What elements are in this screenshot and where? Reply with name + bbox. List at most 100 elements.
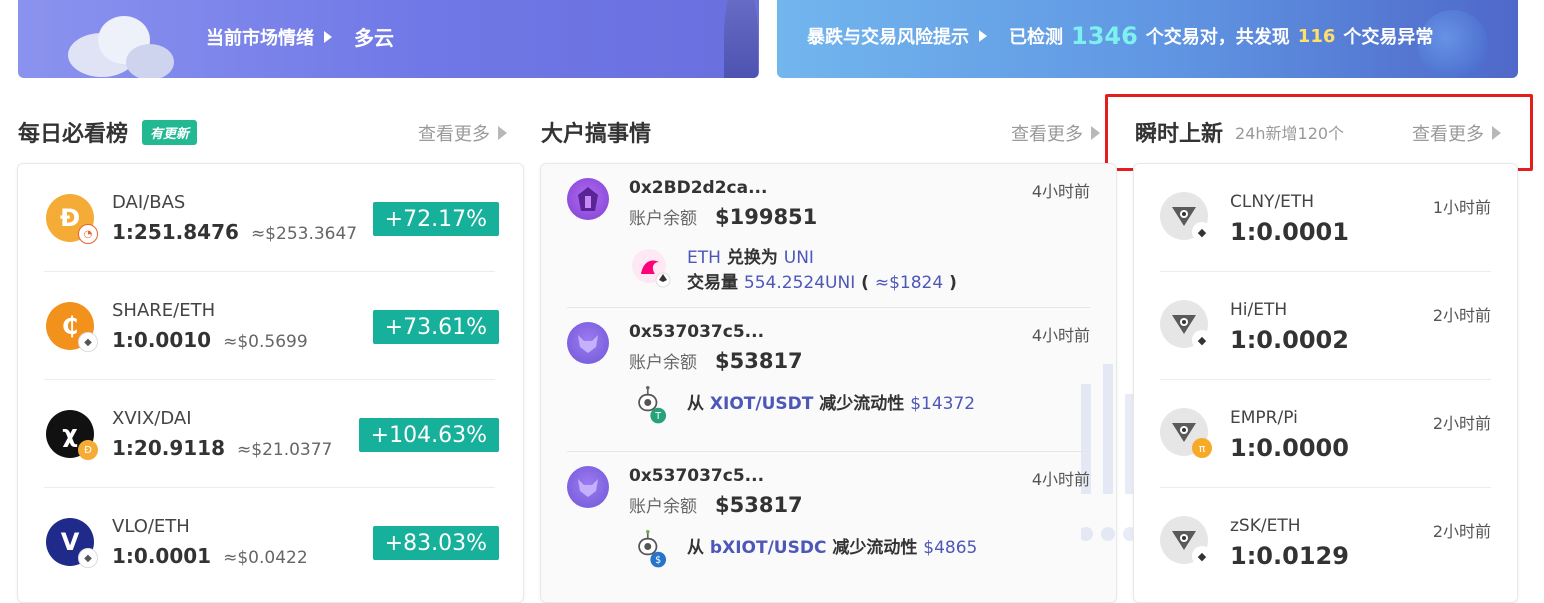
change-badge: +104.63% bbox=[358, 418, 499, 452]
sentiment-value: 多云 bbox=[354, 26, 394, 50]
pair-name: Hi/ETH bbox=[1230, 300, 1288, 320]
new-listing-item[interactable]: π EMPR/Pi 1:0.0000 2小时前 bbox=[1134, 380, 1517, 488]
pair-name: XVIX/DAI bbox=[112, 408, 192, 429]
daily-list-item[interactable]: Đ ◔ DAI/BAS 1:251.8476 ≈$253.3647 +72.17% bbox=[18, 164, 523, 272]
eth-mini-icon: ◆ bbox=[1192, 330, 1212, 350]
pool-pair[interactable]: bXIOT/USDC bbox=[710, 538, 827, 558]
decorative-tower bbox=[724, 0, 758, 78]
pair-name: CLNY/ETH bbox=[1230, 192, 1315, 212]
to-token[interactable]: UNI bbox=[784, 248, 814, 268]
wallet-address[interactable]: 0x2BD2d2ca... bbox=[629, 178, 767, 198]
pair-name: DAI/BAS bbox=[112, 192, 186, 213]
svg-text:T: T bbox=[654, 411, 661, 422]
wallet-address[interactable]: 0x537037c5... bbox=[629, 322, 764, 342]
triangle-right-icon bbox=[498, 126, 507, 140]
wallet-address[interactable]: 0x537037c5... bbox=[629, 466, 764, 486]
new-listing-title: 瞬时上新 bbox=[1135, 122, 1224, 147]
new-listing-subtitle: 24h新增120个 bbox=[1235, 124, 1345, 143]
whale-activity-item[interactable]: 0x2BD2d2ca... 4小时前 账户余额 $199851 ETH 兑换为 U… bbox=[541, 164, 1116, 308]
daily-section-header: 每日必看榜 有更新 bbox=[18, 116, 198, 148]
eth-mini-icon: ◆ bbox=[1192, 546, 1212, 566]
risk-label: 暴跌与交易风险提示 bbox=[807, 27, 969, 48]
change-badge: +72.17% bbox=[372, 202, 499, 236]
change-badge: +73.61% bbox=[372, 310, 499, 344]
whale-more-link[interactable]: 查看更多 bbox=[1011, 120, 1100, 146]
usd-price: ≈$0.5699 bbox=[223, 332, 308, 352]
pair-name: zSK/ETH bbox=[1230, 516, 1301, 536]
pair-name: VLO/ETH bbox=[112, 516, 190, 537]
usd-price: ≈$21.0377 bbox=[237, 440, 333, 460]
new-listing-item[interactable]: ◆ Hi/ETH 1:0.0002 2小时前 bbox=[1134, 272, 1517, 380]
triangle-right-icon bbox=[1091, 126, 1100, 140]
liquidity-amount: $4865 bbox=[923, 538, 978, 558]
liquidity-amount: $14372 bbox=[910, 394, 976, 414]
daily-list-item[interactable]: χ Đ XVIX/DAI 1:20.9118 ≈$21.0377 +104.63% bbox=[18, 380, 523, 488]
cloud-icon bbox=[68, 16, 174, 78]
pair-name: EMPR/Pi bbox=[1230, 408, 1298, 428]
pair-ratio: 1:0.0002 bbox=[1230, 326, 1349, 354]
pair-name: SHARE/ETH bbox=[112, 300, 216, 321]
new-listing-more-link[interactable]: 查看更多 bbox=[1412, 120, 1501, 146]
whale-avatar-icon bbox=[567, 466, 609, 508]
triangle-right-icon bbox=[1492, 126, 1501, 140]
change-badge: +83.03% bbox=[372, 526, 499, 560]
eth-mini-icon: ◆ bbox=[1192, 222, 1212, 242]
pair-ratio: 1:0.0010 bbox=[112, 328, 212, 352]
liquidity-text: 减少流动性 bbox=[813, 394, 911, 414]
balance-label: 账户余额 bbox=[629, 209, 697, 229]
paren-close: ) bbox=[943, 273, 957, 293]
new-listing-panel: ◆ CLNY/ETH 1:0.0001 1小时前 ◆ Hi/ETH 1:0.00… bbox=[1133, 163, 1518, 603]
whale-section-header: 大户搞事情 bbox=[541, 116, 651, 148]
whale-activity-item[interactable]: 0x537037c5... 4小时前 账户余额 $53817 T 从 XIOT/U… bbox=[541, 308, 1116, 452]
daily-title: 每日必看榜 bbox=[18, 122, 129, 147]
time-ago: 2小时前 bbox=[1432, 522, 1491, 541]
eth-mini-icon: ◆ bbox=[78, 332, 98, 352]
arrow-right-icon bbox=[324, 30, 332, 43]
dai-mini-icon: Đ bbox=[78, 440, 98, 460]
balance-label: 账户余额 bbox=[629, 497, 697, 517]
whale-activity-item[interactable]: 0x537037c5... 4小时前 账户余额 $53817 $ 从 bXIOT/… bbox=[541, 452, 1116, 596]
balance-value: $199851 bbox=[715, 205, 818, 229]
daily-more-label: 查看更多 bbox=[418, 124, 490, 145]
anomaly-count: 116 bbox=[1297, 25, 1336, 47]
volume-usd: ≈$1824 bbox=[874, 273, 944, 293]
time-ago: 4小时前 bbox=[1031, 470, 1090, 489]
pairs-count: 1346 bbox=[1071, 22, 1138, 50]
time-ago: 2小时前 bbox=[1432, 306, 1491, 325]
new-listing-section-header: 瞬时上新 24h新增120个 bbox=[1135, 116, 1344, 148]
daily-more-link[interactable]: 查看更多 bbox=[418, 120, 507, 146]
usd-price: ≈$0.0422 bbox=[223, 548, 308, 568]
from-token[interactable]: ETH bbox=[687, 248, 721, 268]
pair-ratio: 1:0.0129 bbox=[1230, 542, 1349, 570]
whale-avatar-icon bbox=[567, 178, 609, 220]
pair-ratio: 1:0.0000 bbox=[1230, 434, 1349, 462]
whale-title: 大户搞事情 bbox=[541, 122, 652, 147]
update-badge: 有更新 bbox=[142, 119, 198, 145]
usd-price: ≈$253.3647 bbox=[250, 224, 358, 244]
pair-ratio: 1:251.8476 bbox=[112, 220, 239, 244]
pool-pair[interactable]: XIOT/USDT bbox=[710, 394, 813, 414]
new-listing-item[interactable]: ◆ CLNY/ETH 1:0.0001 1小时前 bbox=[1134, 164, 1517, 272]
eth-mini-icon: ◆ bbox=[78, 548, 98, 568]
balance-label: 账户余额 bbox=[629, 353, 697, 373]
pairs-suffix: 个交易对，共发现 bbox=[1145, 27, 1290, 48]
liquidity-text: 减少流动性 bbox=[826, 538, 924, 558]
new-listing-item[interactable]: ◆ zSK/ETH 1:0.0129 2小时前 bbox=[1134, 488, 1517, 596]
from-text: 从 bbox=[687, 538, 710, 558]
balance-value: $53817 bbox=[715, 349, 803, 373]
daily-list-item[interactable]: V ◆ VLO/ETH 1:0.0001 ≈$0.0422 +83.03% bbox=[18, 488, 523, 596]
new-listing-more-label: 查看更多 bbox=[1412, 124, 1484, 145]
daily-list-panel: Đ ◔ DAI/BAS 1:251.8476 ≈$253.3647 +72.17%… bbox=[17, 163, 524, 603]
volume-amount: 554.2524UNI bbox=[743, 273, 856, 293]
detected-prefix: 已检测 bbox=[1009, 27, 1063, 48]
pair-ratio: 1:0.0001 bbox=[112, 544, 212, 568]
time-ago: 2小时前 bbox=[1432, 414, 1491, 433]
time-ago: 4小时前 bbox=[1031, 326, 1090, 345]
whale-more-label: 查看更多 bbox=[1011, 124, 1083, 145]
daily-list-item[interactable]: ₵ ◆ SHARE/ETH 1:0.0010 ≈$0.5699 +73.61% bbox=[18, 272, 523, 380]
market-sentiment-banner[interactable]: 当前市场情绪 多云 bbox=[18, 0, 759, 78]
from-text: 从 bbox=[687, 394, 710, 414]
anomaly-suffix: 个交易异常 bbox=[1343, 27, 1434, 48]
sentiment-label: 当前市场情绪 bbox=[206, 27, 314, 49]
risk-alert-banner[interactable]: 暴跌与交易风险提示 已检测 1346 个交易对，共发现 116 个交易异常 bbox=[777, 0, 1518, 78]
